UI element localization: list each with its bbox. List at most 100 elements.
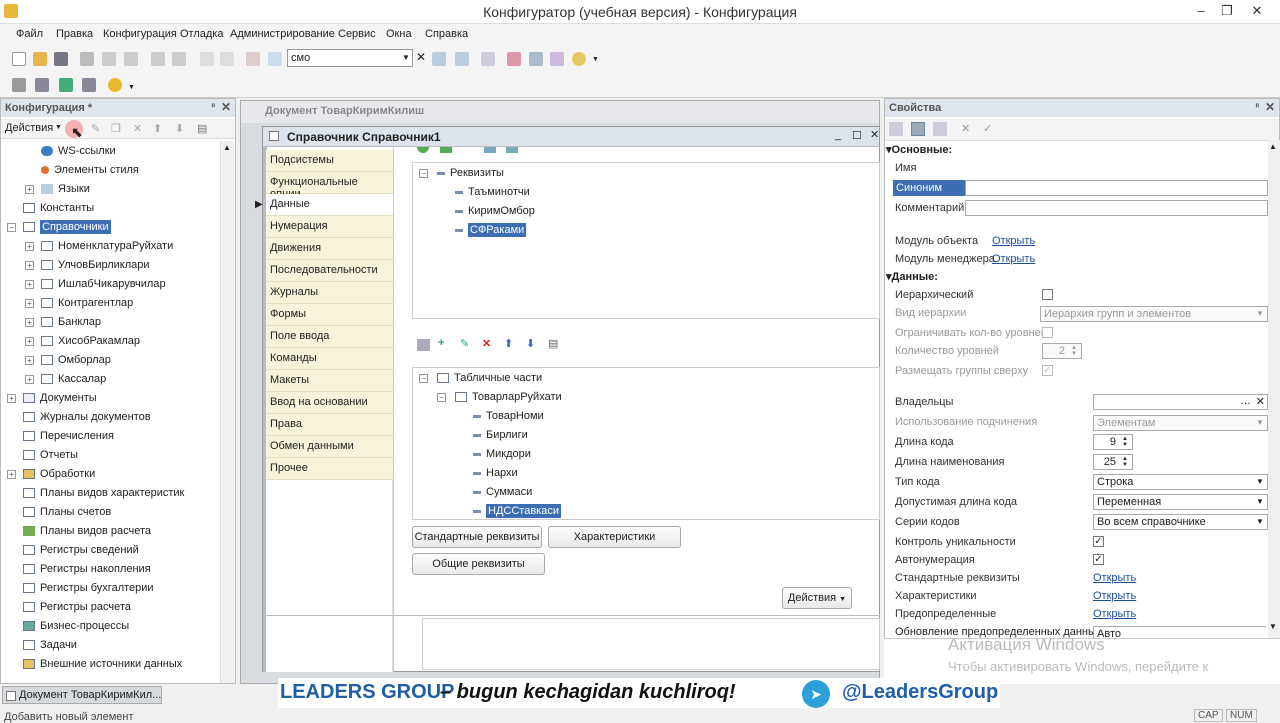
tabular-item[interactable]: Микдори bbox=[473, 445, 531, 464]
tree-item-catalog[interactable]: Контрагентлар bbox=[41, 294, 133, 313]
tab-data-exchange[interactable]: Обмен данными bbox=[266, 436, 393, 458]
expand-icon[interactable]: + bbox=[25, 299, 34, 308]
tree-item-info-registers[interactable]: Регистры сведений bbox=[23, 541, 139, 560]
collapse-icon[interactable]: − bbox=[437, 393, 446, 402]
scroll-up-icon[interactable]: ▲ bbox=[1269, 142, 1277, 151]
spinner-icon[interactable]: ▲ ▼ bbox=[1068, 345, 1080, 357]
menu-configuration[interactable]: Конфигурация bbox=[103, 28, 177, 40]
move-down-icon[interactable]: ⬇ bbox=[175, 122, 184, 135]
tree-item-catalog[interactable]: Омборлар bbox=[41, 351, 111, 370]
add-icon[interactable] bbox=[417, 147, 429, 153]
expand-icon[interactable]: + bbox=[25, 337, 34, 346]
chevron-down-icon[interactable]: ▼ bbox=[402, 53, 410, 62]
syntax-helper-icon[interactable] bbox=[529, 52, 543, 66]
categories-icon[interactable] bbox=[911, 122, 925, 136]
predef-update-select[interactable]: Авто bbox=[1093, 626, 1266, 638]
delete-icon[interactable]: ✕ bbox=[482, 337, 491, 350]
add-icon[interactable]: + bbox=[438, 337, 444, 349]
save-icon[interactable] bbox=[54, 52, 68, 66]
edit-icon[interactable] bbox=[440, 147, 452, 153]
compare-icon[interactable] bbox=[35, 78, 49, 92]
expand-icon[interactable]: + bbox=[25, 185, 34, 194]
tab-journals[interactable]: Журналы bbox=[266, 282, 393, 304]
close-icon[interactable]: ✕ bbox=[221, 100, 231, 114]
tab-other[interactable]: Прочее bbox=[266, 458, 393, 480]
owners-usage-select[interactable]: Элементам ▼ bbox=[1093, 415, 1268, 431]
minimize-icon[interactable]: _ bbox=[835, 129, 841, 141]
menu-edit[interactable]: Правка bbox=[56, 28, 93, 40]
run-debug-icon[interactable] bbox=[108, 78, 122, 92]
module-manager-open-link[interactable]: Открыть bbox=[992, 253, 1035, 265]
copy-icon[interactable]: ❐ bbox=[111, 122, 121, 135]
common-requisites-button[interactable]: Общие реквизиты bbox=[412, 553, 545, 575]
menu-help[interactable]: Справка bbox=[425, 28, 468, 40]
tab-movements[interactable]: Движения bbox=[266, 238, 393, 260]
cut-icon[interactable] bbox=[80, 52, 94, 66]
expand-icon[interactable]: + bbox=[25, 280, 34, 289]
properties-scrollbar[interactable]: ▲ ▼ bbox=[1268, 140, 1280, 640]
close-icon[interactable]: ✕ bbox=[1265, 100, 1275, 114]
move-up-icon[interactable]: ⬆ bbox=[504, 337, 513, 350]
menu-file[interactable]: Файл bbox=[16, 28, 43, 40]
module-icon[interactable] bbox=[550, 52, 564, 66]
undo-icon[interactable] bbox=[200, 52, 214, 66]
tree-item-processing[interactable]: Обработки bbox=[23, 465, 95, 484]
list-icon[interactable]: ▤ bbox=[548, 337, 558, 350]
scroll-down-icon[interactable]: ▼ bbox=[1269, 622, 1277, 631]
tab-rights[interactable]: Права bbox=[266, 414, 393, 436]
tree-item-journals[interactable]: Журналы документов bbox=[23, 408, 151, 427]
list-icon[interactable]: ▤ bbox=[197, 122, 207, 135]
tab-input-on-basis[interactable]: Ввод на основании bbox=[266, 392, 393, 414]
tree-item-style-elements[interactable]: Элементы стиля bbox=[41, 161, 139, 180]
collapse-icon[interactable]: − bbox=[419, 169, 428, 178]
add-table-icon[interactable] bbox=[417, 339, 430, 351]
update-db-icon[interactable] bbox=[59, 78, 73, 92]
clear-icon[interactable]: ✕ bbox=[1256, 395, 1265, 408]
move-up-icon[interactable] bbox=[484, 147, 496, 153]
find-in-tree-icon[interactable] bbox=[246, 52, 260, 66]
tree-item-calc-registers[interactable]: Регистры расчета bbox=[23, 598, 131, 617]
print-preview-icon[interactable] bbox=[172, 52, 186, 66]
owners-field[interactable]: … ✕ bbox=[1093, 394, 1268, 410]
new-file-icon[interactable] bbox=[12, 52, 26, 66]
requisite-item[interactable]: Таъминотчи bbox=[455, 183, 530, 202]
collapse-icon[interactable]: − bbox=[7, 223, 16, 232]
tree-item-catalog[interactable]: ХисобРакамлар bbox=[41, 332, 140, 351]
actions-menu[interactable]: Действия bbox=[5, 122, 53, 134]
expand-icon[interactable]: + bbox=[25, 375, 34, 384]
search-input[interactable]: смо bbox=[287, 49, 413, 67]
module-object-open-link[interactable]: Открыть bbox=[992, 235, 1035, 247]
print-icon[interactable] bbox=[151, 52, 165, 66]
tree-item-catalog[interactable]: Кассалар bbox=[41, 370, 106, 389]
tab-data[interactable]: Данные bbox=[266, 194, 393, 216]
paste-icon[interactable] bbox=[124, 52, 138, 66]
pin-icon[interactable]: ᐦ bbox=[212, 102, 215, 113]
windows-icon[interactable] bbox=[481, 52, 495, 66]
menu-windows[interactable]: Окна bbox=[386, 28, 412, 40]
tabular-part[interactable]: ТоварларРуйхати bbox=[455, 388, 562, 407]
requisite-item[interactable]: КиримОмбор bbox=[455, 202, 535, 221]
tree-item-accum-registers[interactable]: Регистры накопления bbox=[23, 560, 151, 579]
tree-item-accounting-registers[interactable]: Регистры бухгалтерии bbox=[23, 579, 154, 598]
section-main[interactable]: ▾Основные: bbox=[886, 143, 952, 156]
tree-item-catalog[interactable]: НоменклатураРуйхати bbox=[41, 237, 173, 256]
tabular-root[interactable]: Табличные части bbox=[437, 369, 542, 388]
tree-item-catalogs[interactable]: Справочники bbox=[23, 218, 111, 237]
pin-icon[interactable]: ᐦ bbox=[1256, 102, 1259, 113]
chevron-down-icon[interactable]: ▼ bbox=[55, 124, 62, 131]
maximize-button[interactable]: ❐ bbox=[1212, 0, 1242, 24]
tree-item-external-sources[interactable]: Внешние источники данных bbox=[23, 655, 182, 674]
tree-item-reports[interactable]: Отчеты bbox=[23, 446, 78, 465]
tab-numbering[interactable]: Нумерация bbox=[266, 216, 393, 238]
tree-item-catalog[interactable]: ИшлабЧикарувчилар bbox=[41, 275, 166, 294]
requisite-item-selected[interactable]: СФРаками bbox=[455, 221, 527, 240]
code-allowed-select[interactable]: Переменная ▼ bbox=[1093, 494, 1268, 510]
tree-item-enums[interactable]: Перечисления bbox=[23, 427, 114, 446]
requisites-root[interactable]: Реквизиты bbox=[437, 164, 504, 183]
sort-alpha-icon[interactable] bbox=[889, 122, 903, 136]
characteristics-open-link[interactable]: Открыть bbox=[1093, 590, 1136, 602]
tree-item-catalog[interactable]: Банклар bbox=[41, 313, 101, 332]
tab-input-field[interactable]: Поле ввода bbox=[266, 326, 393, 348]
search-icon[interactable] bbox=[268, 52, 282, 66]
autonumber-checkbox[interactable]: ✓ bbox=[1093, 554, 1104, 565]
